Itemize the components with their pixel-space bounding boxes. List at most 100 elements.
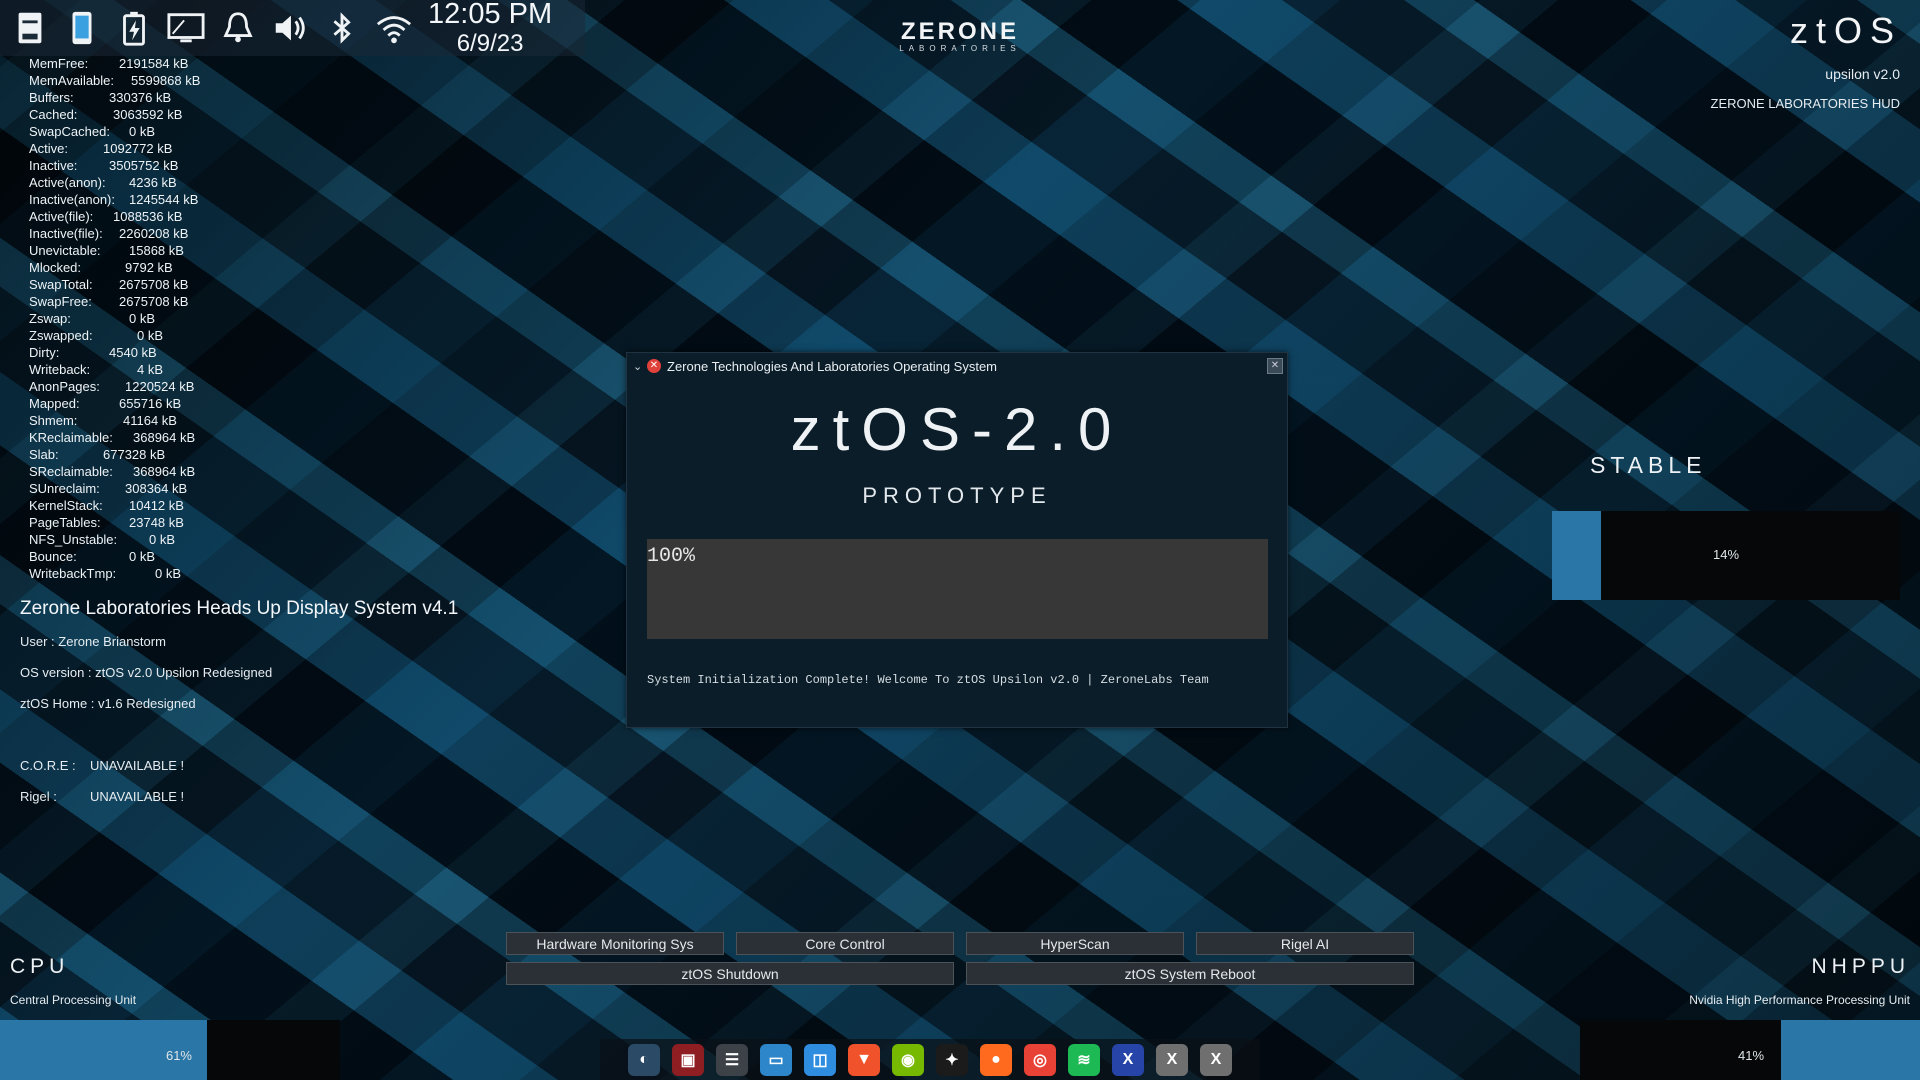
meminfo-row: Shmem: 41164 kB: [29, 412, 200, 429]
os-version-label: upsilon v2.0: [1825, 66, 1900, 82]
rigel-ai-button[interactable]: Rigel AI: [1196, 932, 1414, 955]
boot-progress-text: 100%: [647, 545, 696, 568]
file-manager-icon[interactable]: ▭: [760, 1043, 792, 1076]
meminfo-row: Active(file): 1088536 kB: [29, 208, 200, 225]
user-label: User : Zerone Brianstorm: [20, 634, 166, 649]
meminfo-key: SwapCached:: [29, 124, 110, 139]
hyperscan-button[interactable]: HyperScan: [966, 932, 1184, 955]
firefox-icon[interactable]: ●: [980, 1043, 1012, 1076]
volume-icon[interactable]: [268, 6, 312, 50]
clock-date: 6/9/23: [456, 30, 524, 57]
meminfo-row: Zswapped: 0 kB: [29, 327, 200, 344]
phone-icon[interactable]: [60, 6, 104, 50]
meminfo-row: Inactive(anon): 1245544 kB: [29, 191, 200, 208]
brand-subtitle: LABORATORIES: [899, 44, 1021, 53]
custom-app-icon[interactable]: X: [1112, 1043, 1144, 1076]
stability-label: STABLE: [1590, 452, 1707, 478]
meminfo-key: PageTables:: [29, 515, 101, 530]
settings-panel-icon[interactable]: ☰: [716, 1043, 748, 1076]
xorg-icon-2[interactable]: X: [1200, 1043, 1232, 1076]
cpu-percent: 61%: [165, 1048, 192, 1063]
boot-progress-bar: 100%: [647, 539, 1268, 639]
meminfo-list: MemFree: 2191584 kB MemAvailable: 5599868 k…: [29, 55, 200, 582]
store-icon[interactable]: ◫: [804, 1043, 836, 1076]
meminfo-key: NFS_Unstable:: [29, 532, 118, 547]
cpu-description: Central Processing Unit: [10, 993, 137, 1007]
meminfo-row: SReclaimable: 368964 kB: [29, 463, 200, 480]
dialog-titlebar[interactable]: ⌄ ✕ Zerone Technologies And Laboratories…: [627, 353, 1287, 379]
core-status: C.O.R.E : UNAVAILABLE !: [20, 758, 458, 773]
meminfo-row: Inactive: 3505752 kB: [29, 157, 200, 174]
terminal-red-icon[interactable]: ▣: [672, 1043, 704, 1076]
meminfo-row: Buffers: 330376 kB: [29, 89, 200, 106]
stability-meter: 14%: [1552, 511, 1900, 600]
clock[interactable]: 12:05 PM 6/9/23: [428, 0, 552, 56]
hardware-monitoring-button[interactable]: Hardware Monitoring Sys: [506, 932, 724, 955]
meminfo-key: Writeback:: [29, 362, 91, 377]
meminfo-value: 3505752 kB: [109, 158, 179, 173]
tidal-icon[interactable]: ✦: [936, 1043, 968, 1076]
chrome-icon[interactable]: ◎: [1024, 1043, 1056, 1076]
meminfo-key: Active(anon):: [29, 175, 106, 190]
nvidia-icon[interactable]: ◉: [892, 1043, 924, 1076]
meminfo-value: 1220524 kB: [125, 379, 195, 394]
meminfo-value: 4236 kB: [129, 175, 177, 190]
rigel-status-value: UNAVAILABLE !: [90, 789, 185, 804]
meminfo-row: Active: 1092772 kB: [29, 140, 200, 157]
shutdown-button[interactable]: ztOS Shutdown: [506, 962, 954, 985]
meminfo-value: 330376 kB: [109, 90, 172, 105]
meminfo-value: 23748 kB: [129, 515, 184, 530]
meminfo-key: Active:: [29, 141, 69, 156]
meminfo-value: 2260208 kB: [119, 226, 189, 241]
meminfo-key: Bounce:: [29, 549, 77, 564]
wifi-icon[interactable]: [372, 6, 416, 50]
os-version-info: OS version : ztOS v2.0 Upsilon Redesigne…: [20, 665, 273, 680]
hud-label: ZERONE LABORATORIES HUD: [1710, 96, 1901, 111]
meminfo-row: MemAvailable: 5599868 kB: [29, 72, 200, 89]
spotify-icon[interactable]: ≋: [1068, 1043, 1100, 1076]
meminfo-row: Writeback: 4 kB: [29, 361, 200, 378]
dialog-message: System Initialization Complete! Welcome …: [647, 673, 1209, 687]
gpu-meter-fill: [1780, 1020, 1920, 1080]
meminfo-key: Cached:: [29, 107, 78, 122]
bell-icon[interactable]: [216, 6, 260, 50]
xorg-icon[interactable]: X: [1156, 1043, 1188, 1076]
meminfo-key: KReclaimable:: [29, 430, 113, 445]
meminfo-key: SwapTotal:: [29, 277, 93, 292]
core-control-button[interactable]: Core Control: [736, 932, 954, 955]
meminfo-value: 4540 kB: [109, 345, 157, 360]
hud-title: Zerone Laboratories Heads Up Display Sys…: [20, 598, 459, 619]
battery-icon[interactable]: [112, 6, 156, 50]
close-circle-icon[interactable]: ✕: [647, 359, 661, 373]
display-icon[interactable]: [164, 6, 208, 50]
meminfo-key: MemFree:: [29, 56, 89, 71]
meminfo-row: SwapTotal: 2675708 kB: [29, 276, 200, 293]
gpu-meter: 41%: [1580, 1020, 1920, 1080]
meminfo-value: 0 kB: [129, 124, 156, 139]
meminfo-value: 3063592 kB: [113, 107, 183, 122]
meminfo-value: 15868 kB: [129, 243, 184, 258]
meminfo-value: 0 kB: [129, 549, 156, 564]
meminfo-row: KernelStack: 10412 kB: [29, 497, 200, 514]
stability-percent: 14%: [1712, 547, 1740, 562]
meminfo-row: Slab: 677328 kB: [29, 446, 200, 463]
gpu-description: Nvidia High Performance Processing Unit: [1689, 993, 1910, 1007]
meminfo-key: KernelStack:: [29, 498, 103, 513]
storage-icon[interactable]: [8, 6, 52, 50]
ztos-logo: ztOS: [1789, 10, 1902, 51]
meminfo-value: 368964 kB: [133, 430, 196, 445]
shell-app-icon[interactable]: ◐: [628, 1043, 660, 1076]
meminfo-value: 655716 kB: [119, 396, 182, 411]
rigel-status-label: Rigel :: [20, 789, 57, 804]
dialog-close-button[interactable]: ✕: [1267, 358, 1283, 374]
meminfo-row: NFS_Unstable: 0 kB: [29, 531, 200, 548]
meminfo-value: 2675708 kB: [119, 294, 189, 309]
chevron-down-icon[interactable]: ⌄: [633, 360, 647, 373]
reboot-button[interactable]: ztOS System Reboot: [966, 962, 1414, 985]
meminfo-row: SUnreclaim: 308364 kB: [29, 480, 200, 497]
cpu-label: CPU: [10, 955, 70, 978]
bluetooth-icon[interactable]: [320, 6, 364, 50]
meminfo-value: 2675708 kB: [119, 277, 189, 292]
app-dock: ◐ ▣ ☰ ▭ ◫ ▼ ◉ ✦ ● ◎ ≋ X X X: [600, 1039, 1260, 1080]
brave-browser-icon[interactable]: ▼: [848, 1043, 880, 1076]
